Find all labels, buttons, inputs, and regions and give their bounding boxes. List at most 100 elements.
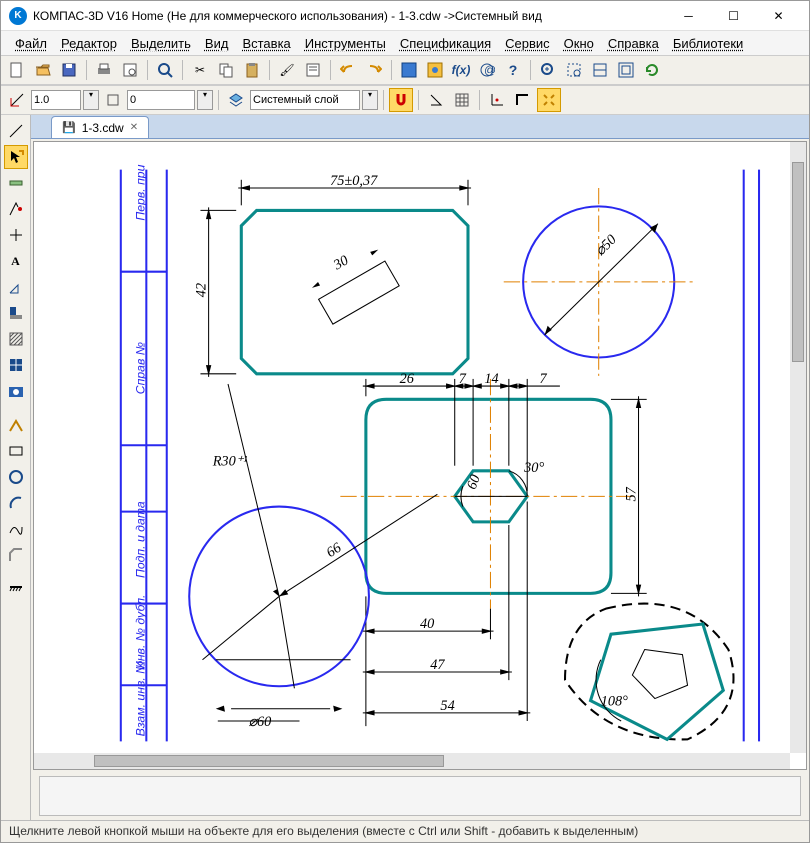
zoom-in-icon[interactable] — [536, 58, 560, 82]
properties-icon[interactable] — [301, 58, 325, 82]
svg-text:Взам. инв. №: Взам. инв. № — [133, 661, 147, 737]
vertical-scrollbar[interactable] — [790, 142, 806, 753]
grid-icon[interactable] — [450, 88, 474, 112]
svg-text:57: 57 — [623, 486, 639, 501]
zoom-window-icon[interactable] — [562, 58, 586, 82]
menu-window[interactable]: Окно — [558, 34, 600, 53]
tab-close-icon[interactable]: ✕ — [130, 122, 138, 133]
paste-icon[interactable] — [240, 58, 264, 82]
print-icon[interactable] — [92, 58, 116, 82]
auto-line-icon[interactable] — [4, 413, 28, 437]
step-dropdown[interactable]: ▾ — [197, 90, 213, 110]
zoom-fit-icon[interactable] — [588, 58, 612, 82]
chamfer-icon[interactable] — [4, 543, 28, 567]
svg-text:60: 60 — [464, 473, 484, 492]
ground-icon[interactable] — [4, 577, 28, 601]
svg-text:30: 30 — [330, 252, 351, 273]
zoom-icon[interactable] — [153, 58, 177, 82]
svg-text:66: 66 — [324, 539, 345, 561]
geometry-icon[interactable] — [4, 119, 28, 143]
menu-insert[interactable]: Вставка — [236, 34, 296, 53]
spline-icon[interactable] — [4, 517, 28, 541]
layer-dropdown[interactable]: ▾ — [362, 90, 378, 110]
layers-icon[interactable] — [224, 88, 248, 112]
svg-text:14: 14 — [484, 371, 498, 387]
svg-text:26: 26 — [400, 371, 415, 387]
menu-libraries[interactable]: Библиотеки — [667, 34, 749, 53]
menubar: Файл Редактор Выделить Вид Вставка Инстр… — [1, 31, 809, 55]
menu-tools[interactable]: Инструменты — [299, 34, 392, 53]
scroll-thumb[interactable] — [94, 755, 444, 767]
select-tool-icon[interactable] — [4, 145, 28, 169]
drawing-svg: Перв. при Справ № Подп. и дата Инв. № ду… — [34, 142, 806, 769]
tab-document[interactable]: 💾 1-3.cdw ✕ — [51, 116, 149, 138]
dimensions-icon[interactable] — [4, 171, 28, 195]
cursor-step-icon[interactable] — [5, 88, 29, 112]
rect-icon[interactable] — [4, 439, 28, 463]
window-controls: ─ ☐ ✕ — [666, 2, 801, 30]
help-icon[interactable]: ? — [501, 58, 525, 82]
svg-text:108°: 108° — [601, 694, 628, 710]
svg-text:@: @ — [484, 63, 495, 77]
main-area: A 💾 1-3.cdw ✕ — [1, 115, 809, 820]
preview-icon[interactable] — [118, 58, 142, 82]
minimize-button[interactable]: ─ — [666, 2, 711, 30]
redo-icon[interactable] — [362, 58, 386, 82]
snap-toggle[interactable] — [389, 88, 413, 112]
notation-icon[interactable] — [4, 197, 28, 221]
drawing-canvas[interactable]: Перв. при Справ № Подп. и дата Инв. № ду… — [33, 141, 807, 770]
zoom-all-icon[interactable] — [614, 58, 638, 82]
svg-text:54: 54 — [440, 698, 454, 714]
menu-spec[interactable]: Спецификация — [394, 34, 497, 53]
state-toolbar: ▾ ▾ ▾ — [1, 85, 809, 115]
text-icon[interactable]: A — [4, 249, 28, 273]
svg-text:⌀60: ⌀60 — [248, 714, 271, 730]
round-icon[interactable] — [537, 88, 561, 112]
status-bar: Щелкните левой кнопкой мыши на объекте д… — [1, 820, 809, 842]
refresh-icon[interactable] — [640, 58, 664, 82]
line-weight-combo[interactable] — [31, 90, 81, 110]
parametrize-icon[interactable] — [4, 275, 28, 299]
undo-icon[interactable] — [336, 58, 360, 82]
menu-editor[interactable]: Редактор — [55, 34, 123, 53]
close-button[interactable]: ✕ — [756, 2, 801, 30]
arc-icon[interactable] — [4, 491, 28, 515]
document-icon: 💾 — [62, 121, 76, 134]
cut-icon[interactable]: ✂ — [188, 58, 212, 82]
line-weight-dropdown[interactable]: ▾ — [83, 90, 99, 110]
menu-select[interactable]: Выделить — [125, 34, 197, 53]
ortho-icon[interactable] — [511, 88, 535, 112]
horizontal-scrollbar[interactable] — [34, 753, 790, 769]
copy-icon[interactable] — [214, 58, 238, 82]
menu-file[interactable]: Файл — [9, 34, 53, 53]
window-title: КОМПАС-3D V16 Home (Не для коммерческого… — [33, 9, 666, 23]
manager-blue-icon[interactable] — [397, 58, 421, 82]
manager-yellow-icon[interactable] — [423, 58, 447, 82]
hyperlink-icon[interactable]: @ — [475, 58, 499, 82]
coord-icon[interactable] — [485, 88, 509, 112]
edit-icon[interactable] — [4, 223, 28, 247]
menu-view[interactable]: Вид — [199, 34, 235, 53]
svg-text:7: 7 — [459, 371, 467, 387]
circle-tool-icon[interactable] — [4, 465, 28, 489]
open-icon[interactable] — [31, 58, 55, 82]
layer-combo[interactable] — [250, 90, 360, 110]
save-icon[interactable] — [57, 58, 81, 82]
measure-icon[interactable] — [4, 301, 28, 325]
camera-icon[interactable] — [4, 379, 28, 403]
scroll-thumb[interactable] — [792, 162, 804, 362]
variables-icon[interactable]: f(x) — [449, 58, 473, 82]
menu-help[interactable]: Справка — [602, 34, 665, 53]
table-icon[interactable] — [4, 353, 28, 377]
svg-text:40: 40 — [420, 616, 434, 632]
brush-icon[interactable]: 🖌 — [275, 58, 299, 82]
maximize-button[interactable]: ☐ — [711, 2, 756, 30]
menu-service[interactable]: Сервис — [499, 34, 556, 53]
tab-label: 1-3.cdw — [82, 121, 124, 135]
step-combo[interactable] — [127, 90, 195, 110]
property-panel[interactable] — [39, 776, 801, 816]
new-icon[interactable] — [5, 58, 29, 82]
hatch-icon[interactable] — [4, 327, 28, 351]
state-icon[interactable] — [101, 88, 125, 112]
angle-icon[interactable] — [424, 88, 448, 112]
